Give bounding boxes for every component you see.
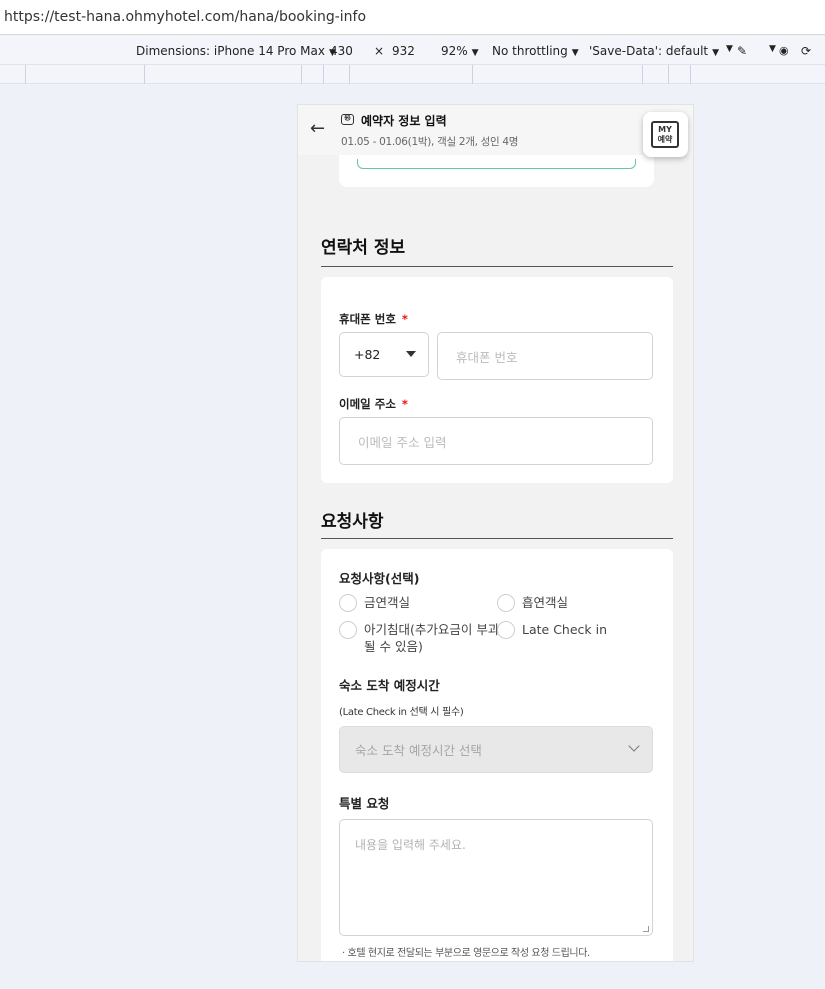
arrow-left-icon[interactable]: ← xyxy=(310,118,325,139)
my-button-line1: MY xyxy=(658,125,672,134)
section-divider xyxy=(321,266,673,267)
caret-down-icon: ▼ xyxy=(571,48,579,58)
zoom-label: 92% xyxy=(441,44,468,58)
throttling-dropdown[interactable]: No throttling ▼ xyxy=(492,44,579,58)
email-placeholder: 이메일 주소 입력 xyxy=(358,434,447,450)
previous-input-field[interactable] xyxy=(357,159,636,169)
dimensions-label: Dimensions: iPhone 14 Pro Max xyxy=(136,44,325,58)
radio-circle xyxy=(497,621,515,639)
rotate-icon[interactable]: ⟳ xyxy=(801,44,811,58)
option-label-continuation: 될 수 있음) xyxy=(364,639,423,654)
email-input[interactable]: 이메일 주소 입력 xyxy=(339,417,653,465)
height-input[interactable]: 932 xyxy=(392,44,415,58)
section-divider xyxy=(321,538,673,539)
required-mark: * xyxy=(401,397,408,411)
contact-card: 휴대폰 번호 * +82 휴대폰 번호 이메일 주소 * 이메일 주소 입력 xyxy=(321,277,673,483)
caret-down-icon: ▼ xyxy=(712,48,720,58)
address-bar[interactable]: https://test-hana.ohmyhotel.com/hana/boo… xyxy=(0,0,825,35)
option-label: 금연객실 xyxy=(364,595,411,610)
special-request-placeholder: 내용을 입력해 주세요. xyxy=(355,838,466,852)
media-query-ruler[interactable] xyxy=(0,65,825,84)
chevron-down-icon xyxy=(628,740,640,752)
device-toolbar: Dimensions: iPhone 14 Pro Max ▼ 430 × 932… xyxy=(0,36,825,65)
email-label-text: 이메일 주소 xyxy=(339,397,396,411)
arrival-placeholder: 숙소 도착 예정시간 선택 xyxy=(355,743,482,758)
requests-card: 요청사항(선택) 금연객실 흡연객실 아기침대(추가요금이 부과 될 수 있음)… xyxy=(321,549,673,961)
radio-circle xyxy=(497,594,515,612)
save-data-label: 'Save-Data': default xyxy=(589,44,709,58)
sensor-caret-icon[interactable]: ▼ xyxy=(769,44,776,54)
caret-down-icon xyxy=(406,351,416,357)
caret-down-icon: ▼ xyxy=(471,48,479,58)
arrival-time-note: (Late Check in 선택 시 필수) xyxy=(339,707,464,718)
radio-circle xyxy=(339,594,357,612)
special-request-footnote: · 호텔 현지로 전달되는 부분으로 영문으로 작성 요청 드립니다. xyxy=(342,948,590,959)
arrival-time-label: 숙소 도착 예정시간 xyxy=(339,678,440,693)
email-label: 이메일 주소 * xyxy=(339,396,408,412)
request-options-label: 요청사항(선택) xyxy=(339,571,420,586)
booking-summary: 01.05 - 01.06(1박), 객실 2개, 성인 4명 xyxy=(341,136,519,148)
country-code-select[interactable]: +82 xyxy=(339,332,429,377)
special-request-textarea[interactable]: 내용을 입력해 주세요. xyxy=(339,819,653,936)
url-text[interactable]: https://test-hana.ohmyhotel.com/hana/boo… xyxy=(4,9,366,25)
mobile-viewport: ← ㉿ 예약자 정보 입력 01.05 - 01.06(1박), 객실 2개, … xyxy=(297,104,694,962)
requests-section-title: 요청사항 xyxy=(321,512,384,532)
pen-icon[interactable]: ✎ xyxy=(737,44,747,58)
resize-grip-icon[interactable] xyxy=(643,926,649,932)
radio-baby-crib[interactable]: 아기침대(추가요금이 부과 될 수 있음) xyxy=(339,621,499,657)
country-code-value: +82 xyxy=(354,347,381,362)
my-button-line2: 예약 xyxy=(657,135,673,144)
zoom-dropdown[interactable]: 92% ▼ xyxy=(441,44,479,58)
radio-circle xyxy=(339,621,357,639)
throttling-label: No throttling xyxy=(492,44,568,58)
option-label: 아기침대(추가요금이 부과 xyxy=(364,622,500,637)
option-label: 흡연객실 xyxy=(522,595,569,610)
page-title: 예약자 정보 입력 xyxy=(361,114,447,128)
special-request-label: 특별 요청 xyxy=(339,796,390,811)
arrival-time-select[interactable]: 숙소 도착 예정시간 선택 xyxy=(339,726,653,773)
my-reservation-icon: MY 예약 xyxy=(651,121,679,148)
my-reservation-button[interactable]: MY 예약 xyxy=(643,112,688,157)
phone-label-text: 휴대폰 번호 xyxy=(339,312,396,326)
eye-icon[interactable]: ◉ xyxy=(779,44,789,57)
phone-label: 휴대폰 번호 * xyxy=(339,311,408,327)
reservation-icon: ㉿ xyxy=(341,114,354,125)
dimensions-dropdown[interactable]: Dimensions: iPhone 14 Pro Max ▼ xyxy=(136,44,336,58)
option-label: Late Check in xyxy=(522,622,608,637)
more-options-caret-icon[interactable]: ▼ xyxy=(726,44,733,54)
phone-placeholder: 휴대폰 번호 xyxy=(456,349,518,365)
save-data-dropdown[interactable]: 'Save-Data': default ▼ xyxy=(589,44,719,58)
times-sign: × xyxy=(374,44,385,58)
width-input[interactable]: 430 xyxy=(330,44,353,58)
required-mark: * xyxy=(401,312,408,326)
page-header: ← ㉿ 예약자 정보 입력 01.05 - 01.06(1박), 객실 2개, … xyxy=(298,105,693,155)
contact-section-title: 연락처 정보 xyxy=(321,238,406,258)
phone-input[interactable]: 휴대폰 번호 xyxy=(437,332,653,380)
